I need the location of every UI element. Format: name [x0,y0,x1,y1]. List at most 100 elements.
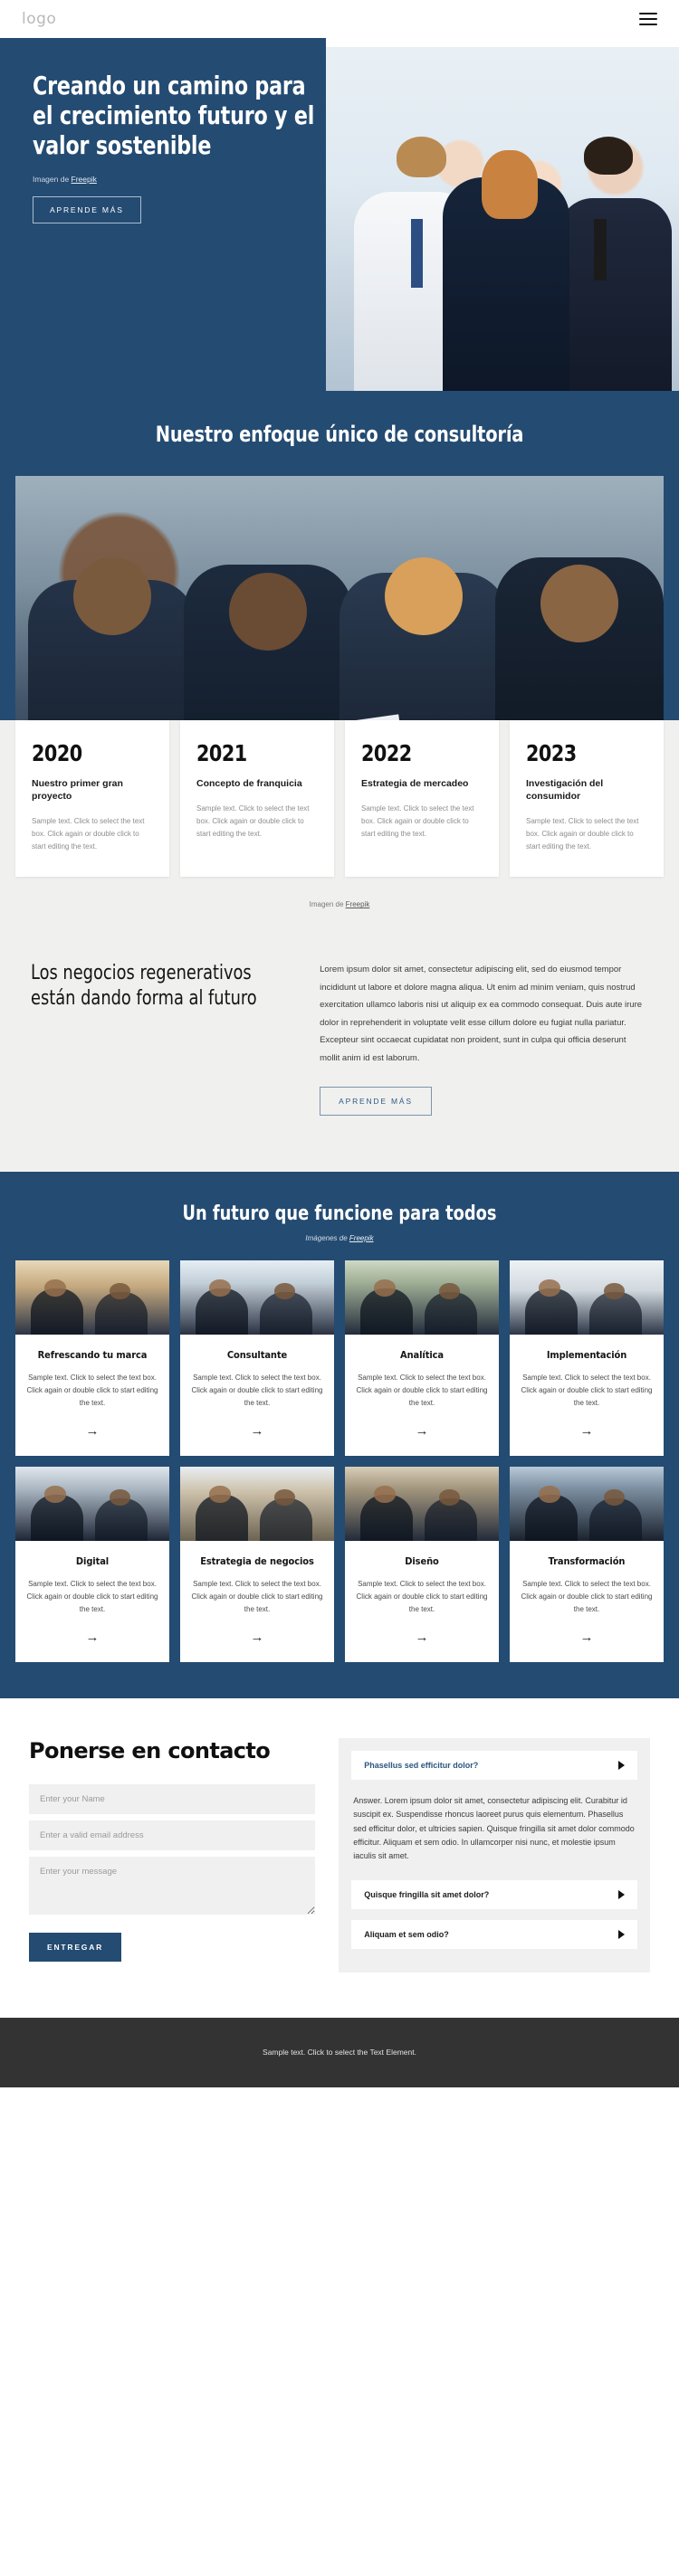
hero-figure-tie [410,219,424,288]
service-image [510,1467,664,1542]
service-image [15,1467,169,1542]
approach-figure-head [229,572,308,651]
faq-item[interactable]: Aliquam et sem odio? [351,1919,637,1949]
burger-line [639,12,657,15]
services-image-credit: Imágenes de Freepik [0,1234,679,1242]
service-title: Digital [75,1555,110,1568]
caret-right-icon[interactable] [618,1761,625,1771]
faq-panel: Phasellus sed efficitur dolor? Answer. L… [339,1738,650,1972]
timeline-card[interactable]: 2022 Estrategia de mercadeo Sample text.… [345,720,499,878]
service-card[interactable]: Analítica Sample text. Click to select t… [345,1260,499,1457]
hero-content: Creando un camino para el crecimiento fu… [0,38,326,391]
arrow-right-icon[interactable]: → [521,1424,653,1438]
arrow-right-icon[interactable]: → [26,1630,158,1644]
service-image [15,1260,169,1336]
credit-link[interactable]: Freepik [72,175,97,184]
service-image [510,1260,664,1336]
timeline-heading: Nuestro primer gran proyecto [32,778,123,803]
arrow-right-icon[interactable]: → [521,1630,653,1644]
service-text: Sample text. Click to select the text bo… [26,1374,158,1408]
logo[interactable]: logo [22,10,56,28]
caret-right-icon[interactable] [618,1929,625,1939]
regenerative-cta-button[interactable]: APRENDE MÁS [320,1087,432,1117]
site-header: logo [0,0,679,38]
burger-line [639,17,657,21]
services-section: Un futuro que funcione para todos Imágen… [0,1172,679,1699]
hero-figure-head [481,150,538,219]
hero-image [326,47,679,391]
regenerative-body: Lorem ipsum dolor sit amet, consectetur … [320,965,643,1063]
service-text: Sample text. Click to select the text bo… [191,1580,323,1614]
timeline-card[interactable]: 2021 Concepto de franquicia Sample text.… [180,720,334,878]
service-title: Refrescando tu marca [37,1349,148,1362]
contact-section: Ponerse en contacto ENTREGAR Phasellus s… [0,1698,679,2018]
timeline-card[interactable]: 2020 Nuestro primer gran proyecto Sample… [15,720,169,878]
name-input[interactable] [29,1783,316,1814]
service-card[interactable]: Diseño Sample text. Click to select the … [345,1467,499,1663]
services-title: Un futuro que funcione para todos [182,1202,497,1226]
services-grid: Refrescando tu marca Sample text. Click … [15,1260,664,1663]
submit-button[interactable]: ENTREGAR [29,1932,122,1962]
timeline-body: Sample text. Click to select the text bo… [196,804,310,839]
timeline-heading: Investigación del consumidor [526,778,604,803]
approach-figure-head [540,565,618,643]
approach-figure-head [385,557,464,636]
hero-title: Creando un camino para el crecimiento fu… [33,71,315,161]
faq-item[interactable]: Phasellus sed efficitur dolor? [351,1751,637,1781]
credit-prefix: Imagen de [309,900,346,909]
hero-image-credit: Imagen de Freepik [33,175,299,184]
service-card[interactable]: Refrescando tu marca Sample text. Click … [15,1260,169,1457]
faq-question: Phasellus sed efficitur dolor? [364,1761,479,1771]
credit-link[interactable]: Freepik [349,1234,374,1242]
service-text: Sample text. Click to select the text bo… [356,1374,488,1408]
service-card[interactable]: Estrategia de negocios Sample text. Clic… [180,1467,334,1663]
arrow-right-icon[interactable]: → [356,1424,488,1438]
regenerative-section: Los negocios regenerativos están dando f… [0,925,679,1173]
caret-right-icon[interactable] [618,1889,625,1899]
timeline-card[interactable]: 2023 Investigación del consumidor Sample… [510,720,664,878]
service-text: Sample text. Click to select the text bo… [191,1374,323,1408]
timeline-cards: 2020 Nuestro primer gran proyecto Sample… [15,720,664,878]
credit-prefix: Imagen de [33,175,72,185]
credit-link[interactable]: Freepik [346,900,370,908]
service-card[interactable]: Transformación Sample text. Click to sel… [510,1467,664,1663]
service-card[interactable]: Implementación Sample text. Click to sel… [510,1260,664,1457]
burger-line [639,23,657,26]
hero-figure-head [583,136,634,175]
timeline-year: 2022 [361,740,412,766]
timeline-year: 2020 [32,740,82,766]
arrow-right-icon[interactable]: → [26,1424,158,1438]
faq-question: Aliquam et sem odio? [364,1929,449,1939]
service-image [180,1467,334,1542]
service-text: Sample text. Click to select the text bo… [521,1374,653,1408]
hero-cta-button[interactable]: APRENDE MÁS [33,196,141,224]
hero-section: Creando un camino para el crecimiento fu… [0,38,679,391]
hamburger-menu-icon[interactable] [639,9,657,29]
faq-item[interactable]: Quisque fringilla sit amet dolor? [351,1879,637,1909]
arrow-right-icon[interactable]: → [356,1630,488,1644]
service-title: Analítica [400,1349,444,1362]
service-image [345,1467,499,1542]
approach-figure-head [73,557,152,636]
regenerative-right: Lorem ipsum dolor sit amet, consectetur … [320,961,648,1117]
service-card[interactable]: Digital Sample text. Click to select the… [15,1467,169,1663]
service-card[interactable]: Consultante Sample text. Click to select… [180,1260,334,1457]
timeline-heading: Estrategia de mercadeo [361,778,469,789]
timeline-image-credit: Imagen de Freepik [0,877,679,908]
timeline-year: 2023 [526,740,577,766]
hero-figure-tie [594,219,607,281]
service-image [180,1260,334,1336]
message-textarea[interactable] [29,1856,316,1915]
timeline-heading: Concepto de franquicia [196,778,302,789]
faq-question: Quisque fringilla sit amet dolor? [364,1889,490,1899]
arrow-right-icon[interactable]: → [191,1424,323,1438]
timeline-year: 2021 [196,740,247,766]
contact-form: ENTREGAR [29,1783,316,1962]
timeline-section: 2020 Nuestro primer gran proyecto Sample… [0,720,679,926]
arrow-right-icon[interactable]: → [191,1630,323,1644]
contact-title: Ponerse en contacto [29,1738,271,1764]
regenerative-left: Los negocios regenerativos están dando f… [31,961,289,1116]
service-title: Consultante [226,1349,288,1362]
email-input[interactable] [29,1820,316,1850]
landing-page: logo Creando un camino para el crecimien… [0,0,679,2087]
